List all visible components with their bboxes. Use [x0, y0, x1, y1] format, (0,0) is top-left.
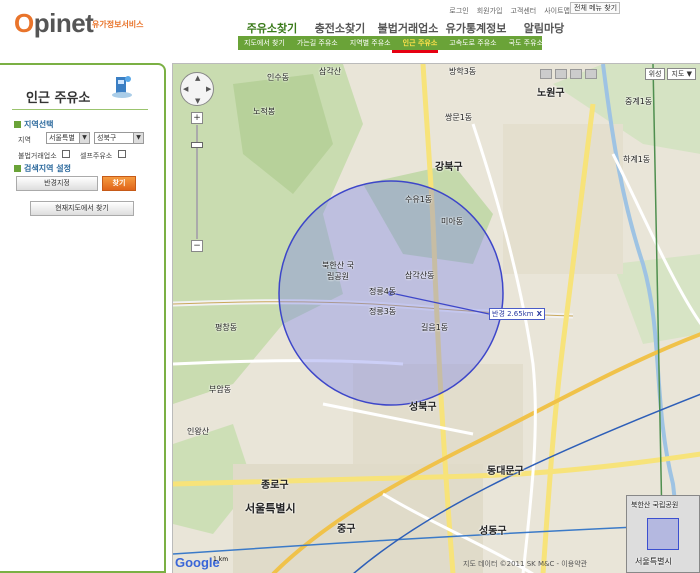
- view-mode-icon[interactable]: [585, 69, 597, 79]
- map-district-label: 중구: [337, 524, 356, 535]
- menu-find-select[interactable]: 전체 메뉴 찾기: [570, 2, 620, 14]
- zoom-in-button[interactable]: +: [191, 112, 203, 124]
- map-district-label: 종로구: [261, 480, 289, 491]
- map-place-label: 삼각산: [319, 67, 342, 76]
- subnav-national-road[interactable]: 국도 주유소: [503, 38, 549, 48]
- map-city-label: 서울특별시: [245, 502, 296, 515]
- map-place-label: 인왕산: [187, 427, 210, 436]
- map-district-label: 노원구: [537, 88, 565, 99]
- map-place-label: 평창동: [215, 323, 238, 332]
- pan-up-icon[interactable]: ▲: [195, 74, 200, 82]
- search-area-heading: 검색지역 설정: [14, 163, 71, 174]
- map-place-label: 미아동: [441, 217, 464, 226]
- search-current-map-button[interactable]: 현재지도에서 찾기: [30, 201, 134, 216]
- gu-select[interactable]: 성북구 ▼: [94, 132, 144, 144]
- view-mode-icons: [540, 69, 597, 79]
- zoom-out-button[interactable]: −: [191, 240, 203, 252]
- map-place-label: 중계1동: [625, 97, 653, 106]
- zoom-control: + −: [191, 112, 203, 252]
- main-nav: 주유소찾기 충전소찾기 불법거래업소 유가통계정보 알림마당: [238, 20, 578, 36]
- header: Opinet 유가정보서비스 로그인 회원가입 고객센터 사이트맵 전체 메뉴 …: [0, 0, 700, 60]
- self-station-label: 셀프주유소: [80, 152, 113, 160]
- login-link[interactable]: 로그인: [449, 6, 468, 16]
- map-canvas: [173, 64, 700, 573]
- search-panel: 인근 주유소 지역선택 지역 서울특별 ▼ 성북구 ▼ 불법거래업소 셀프주유소 검…: [0, 63, 166, 573]
- search-button[interactable]: 찾기: [102, 176, 136, 191]
- subnav-highway[interactable]: 고속도로 주유소: [443, 38, 502, 48]
- chevron-down-icon: ▼: [686, 70, 692, 78]
- logo-subtitle: 유가정보서비스: [92, 20, 144, 29]
- nav-notice[interactable]: 알림마당: [510, 20, 578, 36]
- subnav-route[interactable]: 가는길 주유소: [291, 38, 344, 48]
- close-icon[interactable]: X: [537, 310, 542, 318]
- sub-nav: 지도에서 찾기 가는길 주유소 지역별 주유소 인근 주유소 고속도로 주유소 …: [238, 36, 543, 50]
- map-place-label: 수유1동: [405, 195, 433, 204]
- map-district-label: 성동구: [479, 526, 507, 537]
- map-district-label: 동대문구: [487, 466, 524, 477]
- map-place-label: 인수동: [267, 73, 290, 82]
- area-section-heading: 지역선택: [14, 119, 53, 130]
- nav-charging-station[interactable]: 충전소찾기: [306, 20, 374, 36]
- radius-button[interactable]: 반경지정: [16, 176, 98, 191]
- support-link[interactable]: 고객센터: [510, 6, 536, 16]
- map-district-label: 강북구: [435, 162, 463, 173]
- chevron-down-icon: ▼: [133, 133, 143, 143]
- zoom-slider-handle[interactable]: [191, 142, 203, 148]
- map-type-select[interactable]: 지도 ▼: [667, 68, 696, 80]
- satellite-button[interactable]: 위성: [644, 68, 666, 80]
- map-view[interactable]: 삼각산 노원구 중계1동 강북구 북한산 국립공원 삼각산동 정릉4동 정릉3동…: [172, 63, 700, 573]
- map-copyright: 지도 데이터 ©2011 SK M&C - 이용약관: [463, 560, 588, 568]
- overview-viewport[interactable]: [647, 518, 679, 550]
- nav-gas-station[interactable]: 주유소찾기: [238, 20, 306, 36]
- pan-right-icon[interactable]: ▶: [206, 85, 211, 93]
- map-pan-control[interactable]: ▲ ▼ ◀ ▶: [180, 72, 214, 106]
- panel-title: 인근 주유소: [26, 91, 91, 106]
- view-mode-icon[interactable]: [570, 69, 582, 79]
- bullet-icon: [14, 165, 21, 172]
- map-place-label: 노적봉: [253, 107, 276, 116]
- view-mode-icon[interactable]: [555, 69, 567, 79]
- map-scale: 1 km: [213, 556, 229, 563]
- sitemap-link[interactable]: 사이트맵: [544, 6, 570, 16]
- map-place-label: 삼각산동: [405, 271, 435, 280]
- map-place-label: 길음1동: [421, 323, 449, 332]
- region-label: 지역: [18, 136, 31, 144]
- map-place-label: 정릉4동: [369, 287, 397, 296]
- bullet-icon: [14, 121, 21, 128]
- map-place-label: 정릉3동: [369, 307, 397, 316]
- view-mode-icon[interactable]: [540, 69, 552, 79]
- map-place-label: 쌍문1동: [445, 113, 473, 122]
- map-place-label: 부암동: [209, 385, 232, 394]
- subnav-region[interactable]: 지역별 주유소: [344, 38, 397, 48]
- overview-label: 북한산 국립공원: [631, 501, 679, 509]
- self-station-checkbox[interactable]: [118, 150, 126, 158]
- sido-select[interactable]: 서울특별 ▼: [46, 132, 90, 144]
- join-link[interactable]: 회원가입: [477, 6, 503, 16]
- overview-map[interactable]: 북한산 국립공원 서울특별시: [626, 495, 700, 573]
- gas-station-icon: [112, 76, 132, 98]
- pan-down-icon[interactable]: ▼: [195, 97, 200, 105]
- chevron-down-icon: ▼: [79, 133, 89, 143]
- map-park-label: 북한산 국립공원: [322, 261, 354, 281]
- radius-label: 반경 2.65km X: [489, 308, 545, 320]
- map-district-label: 성북구: [409, 402, 437, 413]
- map-type-selector: 위성 지도 ▼: [644, 68, 696, 80]
- map-place-label: 하계1동: [623, 155, 651, 164]
- illegal-dealer-checkbox[interactable]: [62, 150, 70, 158]
- opinet-logo[interactable]: Opinet: [14, 8, 94, 39]
- utility-links: 로그인 회원가입 고객센터 사이트맵: [449, 6, 570, 16]
- nav-price-stats[interactable]: 유가통계정보: [442, 20, 510, 36]
- overview-label: 서울특별시: [635, 557, 672, 566]
- pan-left-icon[interactable]: ◀: [183, 85, 188, 93]
- illegal-dealer-label: 불법거래업소: [18, 152, 57, 160]
- title-divider: [12, 109, 148, 110]
- subnav-nearby[interactable]: 인근 주유소: [397, 38, 444, 48]
- subnav-map-search[interactable]: 지도에서 찾기: [238, 38, 291, 48]
- nav-illegal-dealers[interactable]: 불법거래업소: [374, 20, 442, 36]
- active-subnav-underline: [392, 50, 438, 53]
- map-place-label: 방학3동: [449, 67, 477, 76]
